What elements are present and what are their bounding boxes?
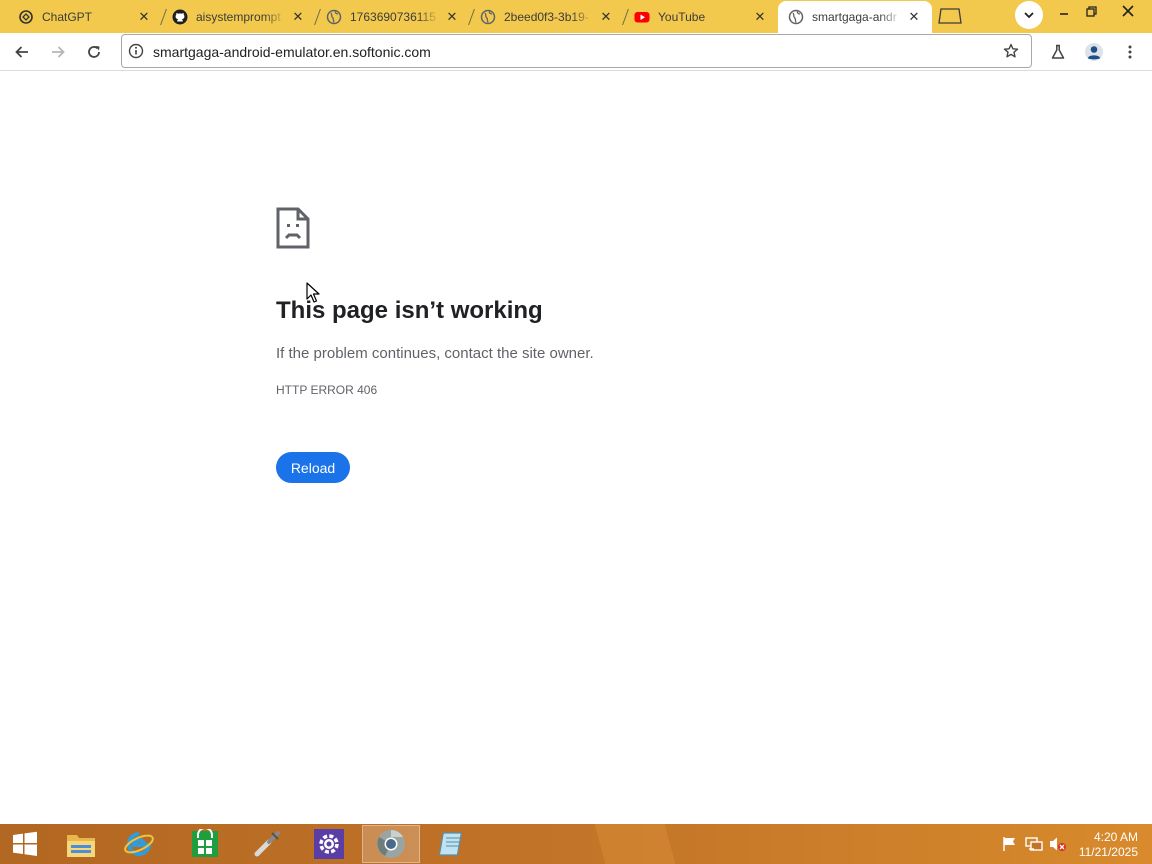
globe-icon <box>326 9 342 25</box>
mouse-cursor-icon <box>306 282 320 303</box>
folder-icon <box>67 835 95 857</box>
avatar-icon <box>1085 43 1103 61</box>
tab-youtube[interactable]: YouTube ✕ <box>616 1 778 33</box>
profile-button[interactable] <box>1079 37 1109 67</box>
taskbar: 4:20 AM 11/21/2025 <box>0 824 1152 864</box>
tab-close-icon[interactable]: ✕ <box>598 9 614 25</box>
minimize-icon <box>1060 13 1068 15</box>
address-bar[interactable]: smartgaga-android-emulator.en.softonic.c… <box>121 34 1032 68</box>
tab-close-icon[interactable]: ✕ <box>290 9 306 25</box>
arrow-left-icon <box>15 46 28 58</box>
tab-strip: ChatGPT ✕ aisystemprompt ✕ 1763690736115… <box>0 0 1152 33</box>
arrow-right-icon <box>52 46 65 58</box>
forward-button[interactable] <box>43 37 73 67</box>
tab-chatgpt[interactable]: ChatGPT ✕ <box>0 1 162 33</box>
close-icon <box>1122 5 1134 17</box>
tab-github[interactable]: aisystemprompt ✕ <box>154 1 316 33</box>
tab-search-button[interactable] <box>1015 1 1043 29</box>
notepad-icon <box>438 832 463 856</box>
action-center-flag-icon[interactable] <box>1001 836 1019 852</box>
tab-close-icon[interactable]: ✕ <box>136 9 152 25</box>
kebab-menu-icon <box>1128 45 1132 59</box>
taskbar-stripe <box>594 824 676 864</box>
system-clock[interactable]: 4:20 AM 11/21/2025 <box>1079 830 1138 860</box>
taskbar-settings[interactable] <box>300 825 358 863</box>
clock-time: 4:20 AM <box>1093 830 1138 844</box>
tab-title: aisystemprompt <box>196 10 281 24</box>
wrench-tool-icon <box>254 831 280 857</box>
taskbar-tool-app[interactable] <box>238 825 296 863</box>
internet-explorer-icon <box>124 832 154 856</box>
tab-title: ChatGPT <box>42 10 93 24</box>
github-icon <box>172 9 188 25</box>
volume-muted-icon[interactable] <box>1049 836 1067 852</box>
new-tab-button[interactable] <box>938 8 962 24</box>
taskbar-internet-explorer[interactable] <box>110 825 168 863</box>
gear-icon <box>314 829 344 859</box>
taskbar-notepad[interactable] <box>424 825 482 863</box>
labs-button[interactable] <box>1043 37 1073 67</box>
globe-icon <box>480 9 496 25</box>
tab-close-icon[interactable]: ✕ <box>906 9 922 25</box>
restore-icon <box>1085 5 1097 17</box>
windows-logo-icon <box>13 831 37 856</box>
taskbar-store[interactable] <box>176 825 234 863</box>
chatgpt-icon <box>18 9 34 25</box>
globe-icon <box>788 9 804 25</box>
bookmark-star-icon[interactable] <box>1003 43 1019 59</box>
new-tab-icon <box>938 8 962 24</box>
reload-button[interactable]: Reload <box>276 452 350 483</box>
error-description: If the problem continues, contact the si… <box>276 345 594 362</box>
chevron-down-icon <box>1024 12 1034 19</box>
error-code: HTTP ERROR 406 <box>276 383 378 397</box>
tab-title: 1763690736115 <box>350 10 436 24</box>
menu-button[interactable] <box>1115 37 1145 67</box>
flask-icon <box>1051 44 1065 59</box>
clock-date: 11/21/2025 <box>1078 845 1138 859</box>
browser-toolbar: smartgaga-android-emulator.en.softonic.c… <box>0 33 1152 71</box>
tab-2beed0f3[interactable]: 2beed0f3-3b19- ✕ <box>462 1 624 33</box>
minimize-button[interactable] <box>1049 0 1079 22</box>
site-info-icon[interactable] <box>128 43 144 59</box>
url-text: smartgaga-android-emulator.en.softonic.c… <box>153 44 431 60</box>
tab-close-icon[interactable]: ✕ <box>444 9 460 25</box>
taskbar-file-explorer[interactable] <box>52 825 110 863</box>
close-window-button[interactable] <box>1113 0 1143 22</box>
chrome-browser-icon <box>377 830 405 858</box>
network-icon[interactable] <box>1025 836 1043 852</box>
back-button[interactable] <box>7 37 37 67</box>
refresh-icon <box>88 46 100 58</box>
tab-title: YouTube <box>658 10 706 24</box>
restore-button[interactable] <box>1076 0 1106 22</box>
store-icon <box>192 829 218 857</box>
tab-smartgaga[interactable]: smartgaga-andr ✕ <box>778 1 932 33</box>
youtube-icon <box>634 9 650 25</box>
start-button[interactable] <box>0 824 50 864</box>
taskbar-chrome-canary[interactable] <box>362 825 420 863</box>
tab-title: 2beed0f3-3b19- <box>504 10 589 24</box>
tab-1763690736115[interactable]: 1763690736115 ✕ <box>308 1 470 33</box>
reload-toolbar-button[interactable] <box>79 37 109 67</box>
tab-title: smartgaga-andr <box>812 10 897 24</box>
sad-page-icon <box>276 207 310 249</box>
tab-close-icon[interactable]: ✕ <box>752 9 768 25</box>
